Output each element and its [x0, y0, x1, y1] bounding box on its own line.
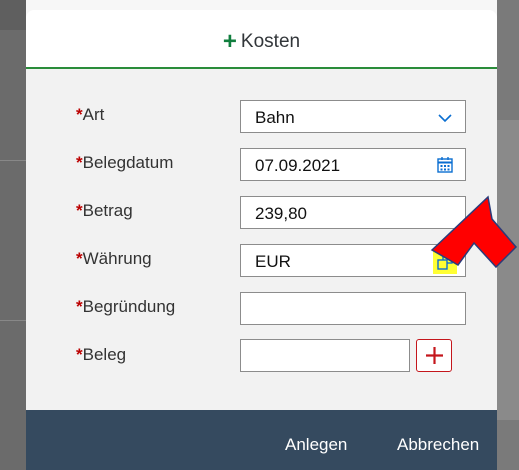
- label-waehrung: *Währung: [76, 249, 152, 269]
- background-app-left: [0, 0, 26, 470]
- label-beleg: *Beleg: [76, 345, 126, 365]
- begruendung-input[interactable]: [240, 292, 466, 325]
- abbrechen-button[interactable]: Abbrechen: [397, 435, 479, 455]
- required-marker: *: [76, 105, 83, 124]
- label-begruendung-text: Begründung: [82, 297, 176, 316]
- required-marker: *: [76, 201, 83, 220]
- plus-icon: +: [222, 28, 237, 55]
- required-marker: *: [76, 345, 83, 364]
- beleg-upload-field[interactable]: [240, 339, 410, 372]
- art-select[interactable]: Bahn: [240, 100, 466, 133]
- add-icon: [424, 345, 445, 371]
- required-marker: *: [76, 153, 83, 172]
- anlegen-button[interactable]: Anlegen: [285, 435, 347, 455]
- label-belegdatum: *Belegdatum: [76, 153, 173, 173]
- label-beleg-text: Beleg: [82, 345, 127, 364]
- label-betrag: *Betrag: [76, 201, 133, 221]
- annotation-arrow: [430, 195, 518, 269]
- dialog-footer: Anlegen Abbrechen: [26, 410, 497, 470]
- label-art: *Art: [76, 105, 104, 125]
- label-belegdatum-text: Belegdatum: [82, 153, 174, 172]
- kosten-dialog: + Kosten *Art Bahn *Belegdatum 07.09.2021: [26, 10, 497, 470]
- label-art-text: Art: [82, 105, 105, 124]
- label-waehrung-text: Währung: [82, 249, 152, 268]
- dialog-title: + Kosten: [26, 28, 497, 56]
- label-betrag-text: Betrag: [82, 201, 133, 220]
- art-select-value: Bahn: [255, 108, 295, 127]
- chevron-down-icon[interactable]: [435, 107, 455, 127]
- calendar-icon[interactable]: [435, 155, 455, 175]
- waehrung-value: EUR: [255, 252, 291, 271]
- dialog-header: + Kosten: [26, 10, 497, 69]
- belegdatum-datepicker[interactable]: 07.09.2021: [240, 148, 466, 181]
- required-marker: *: [76, 249, 83, 268]
- dialog-title-text: Kosten: [240, 31, 301, 52]
- required-marker: *: [76, 297, 83, 316]
- label-begruendung: *Begründung: [76, 297, 175, 317]
- belegdatum-value: 07.09.2021: [255, 156, 341, 175]
- betrag-value: 239,80: [255, 204, 307, 223]
- add-beleg-button[interactable]: [416, 339, 452, 372]
